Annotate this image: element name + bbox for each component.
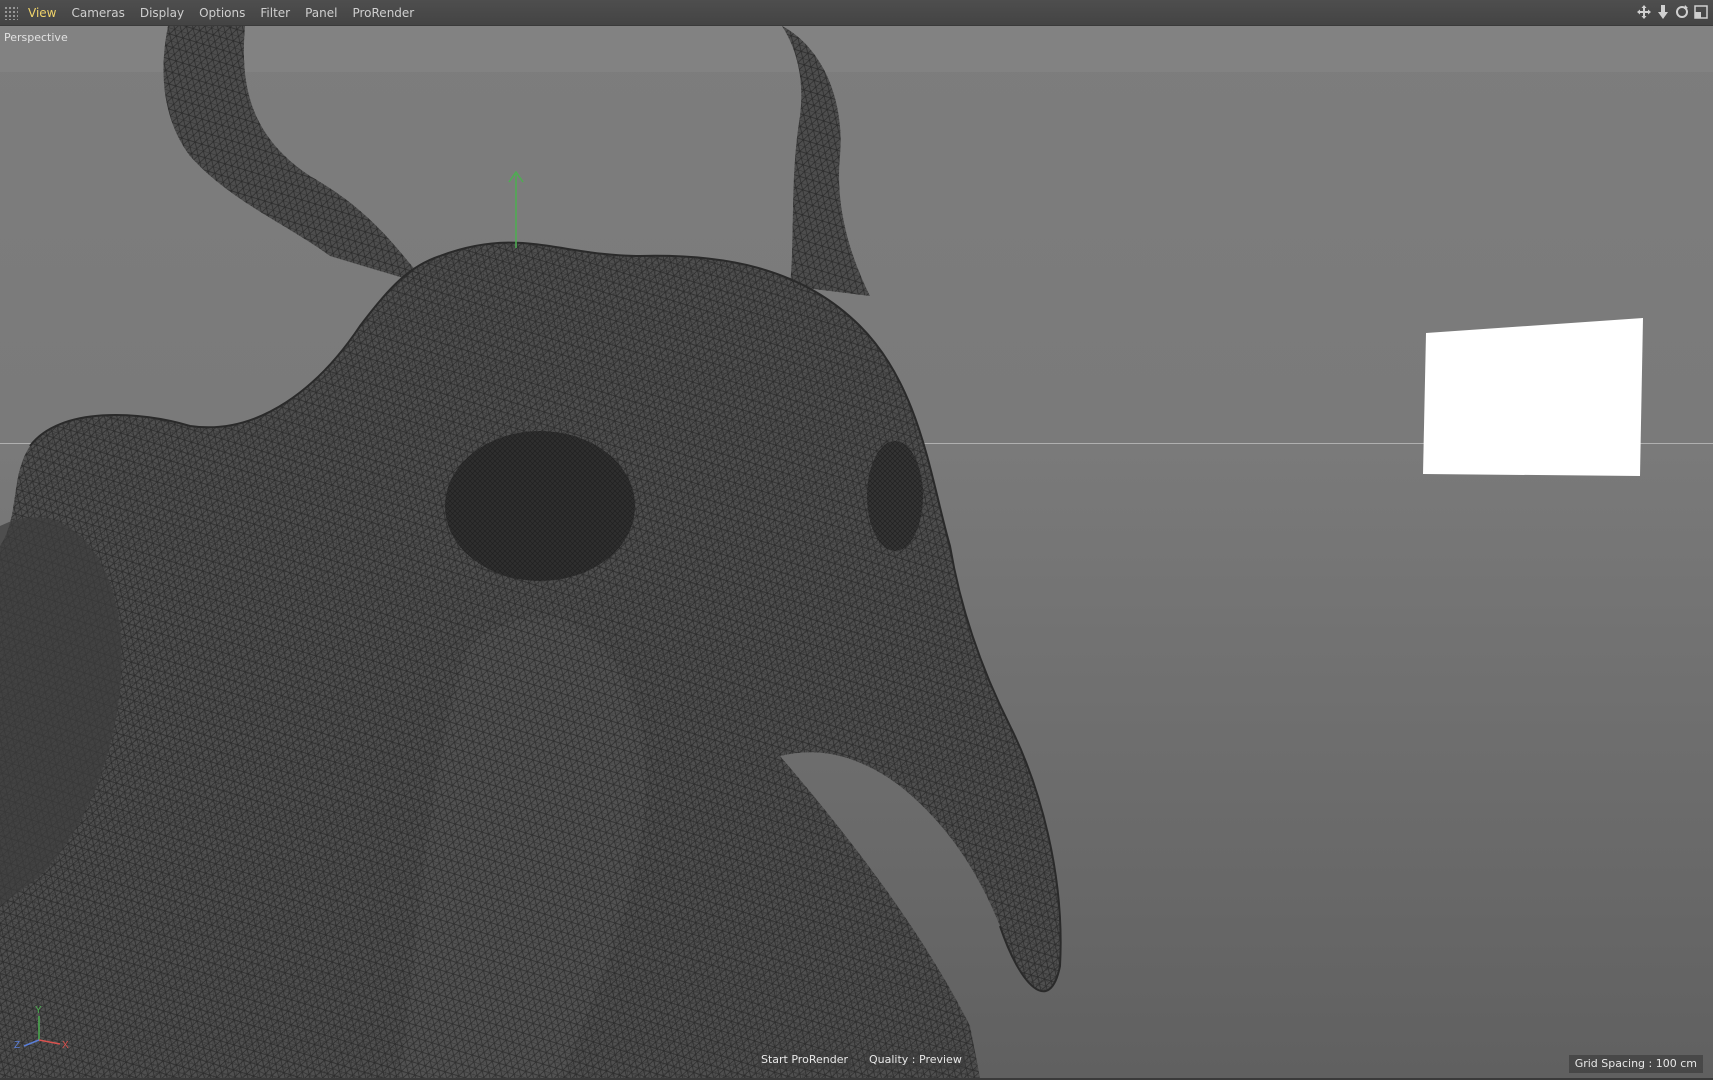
viewport-menubar: View Cameras Display Options Filter Pane… (0, 0, 1713, 26)
menu-panel[interactable]: Panel (305, 6, 337, 20)
menu-cameras[interactable]: Cameras (71, 6, 124, 20)
rotate-view-icon[interactable] (1674, 4, 1690, 20)
menu-prorender[interactable]: ProRender (352, 6, 414, 20)
maximize-view-icon[interactable] (1693, 4, 1709, 20)
move-view-icon[interactable] (1636, 4, 1652, 20)
3d-viewport[interactable]: Perspective Y X Z Start ProRender Qualit… (0, 26, 1713, 1078)
quality-preview-button[interactable]: Quality : Preview (866, 1051, 965, 1069)
area-light-plane[interactable] (0, 26, 1713, 1078)
menu-display[interactable]: Display (140, 6, 184, 20)
dolly-view-icon[interactable] (1655, 4, 1671, 20)
menu-filter[interactable]: Filter (260, 6, 290, 20)
panel-grip-icon[interactable] (4, 5, 18, 20)
view-navigation-icons (1636, 4, 1709, 20)
start-prorender-button[interactable]: Start ProRender (758, 1051, 851, 1069)
axis-y-label: Y (35, 1005, 42, 1016)
viewport-hud-bar: Start ProRender Quality : Preview Grid S… (0, 1038, 1713, 1078)
grid-spacing-readout: Grid Spacing : 100 cm (1568, 1055, 1703, 1073)
menu-view[interactable]: View (28, 6, 56, 20)
menu-options[interactable]: Options (199, 6, 245, 20)
